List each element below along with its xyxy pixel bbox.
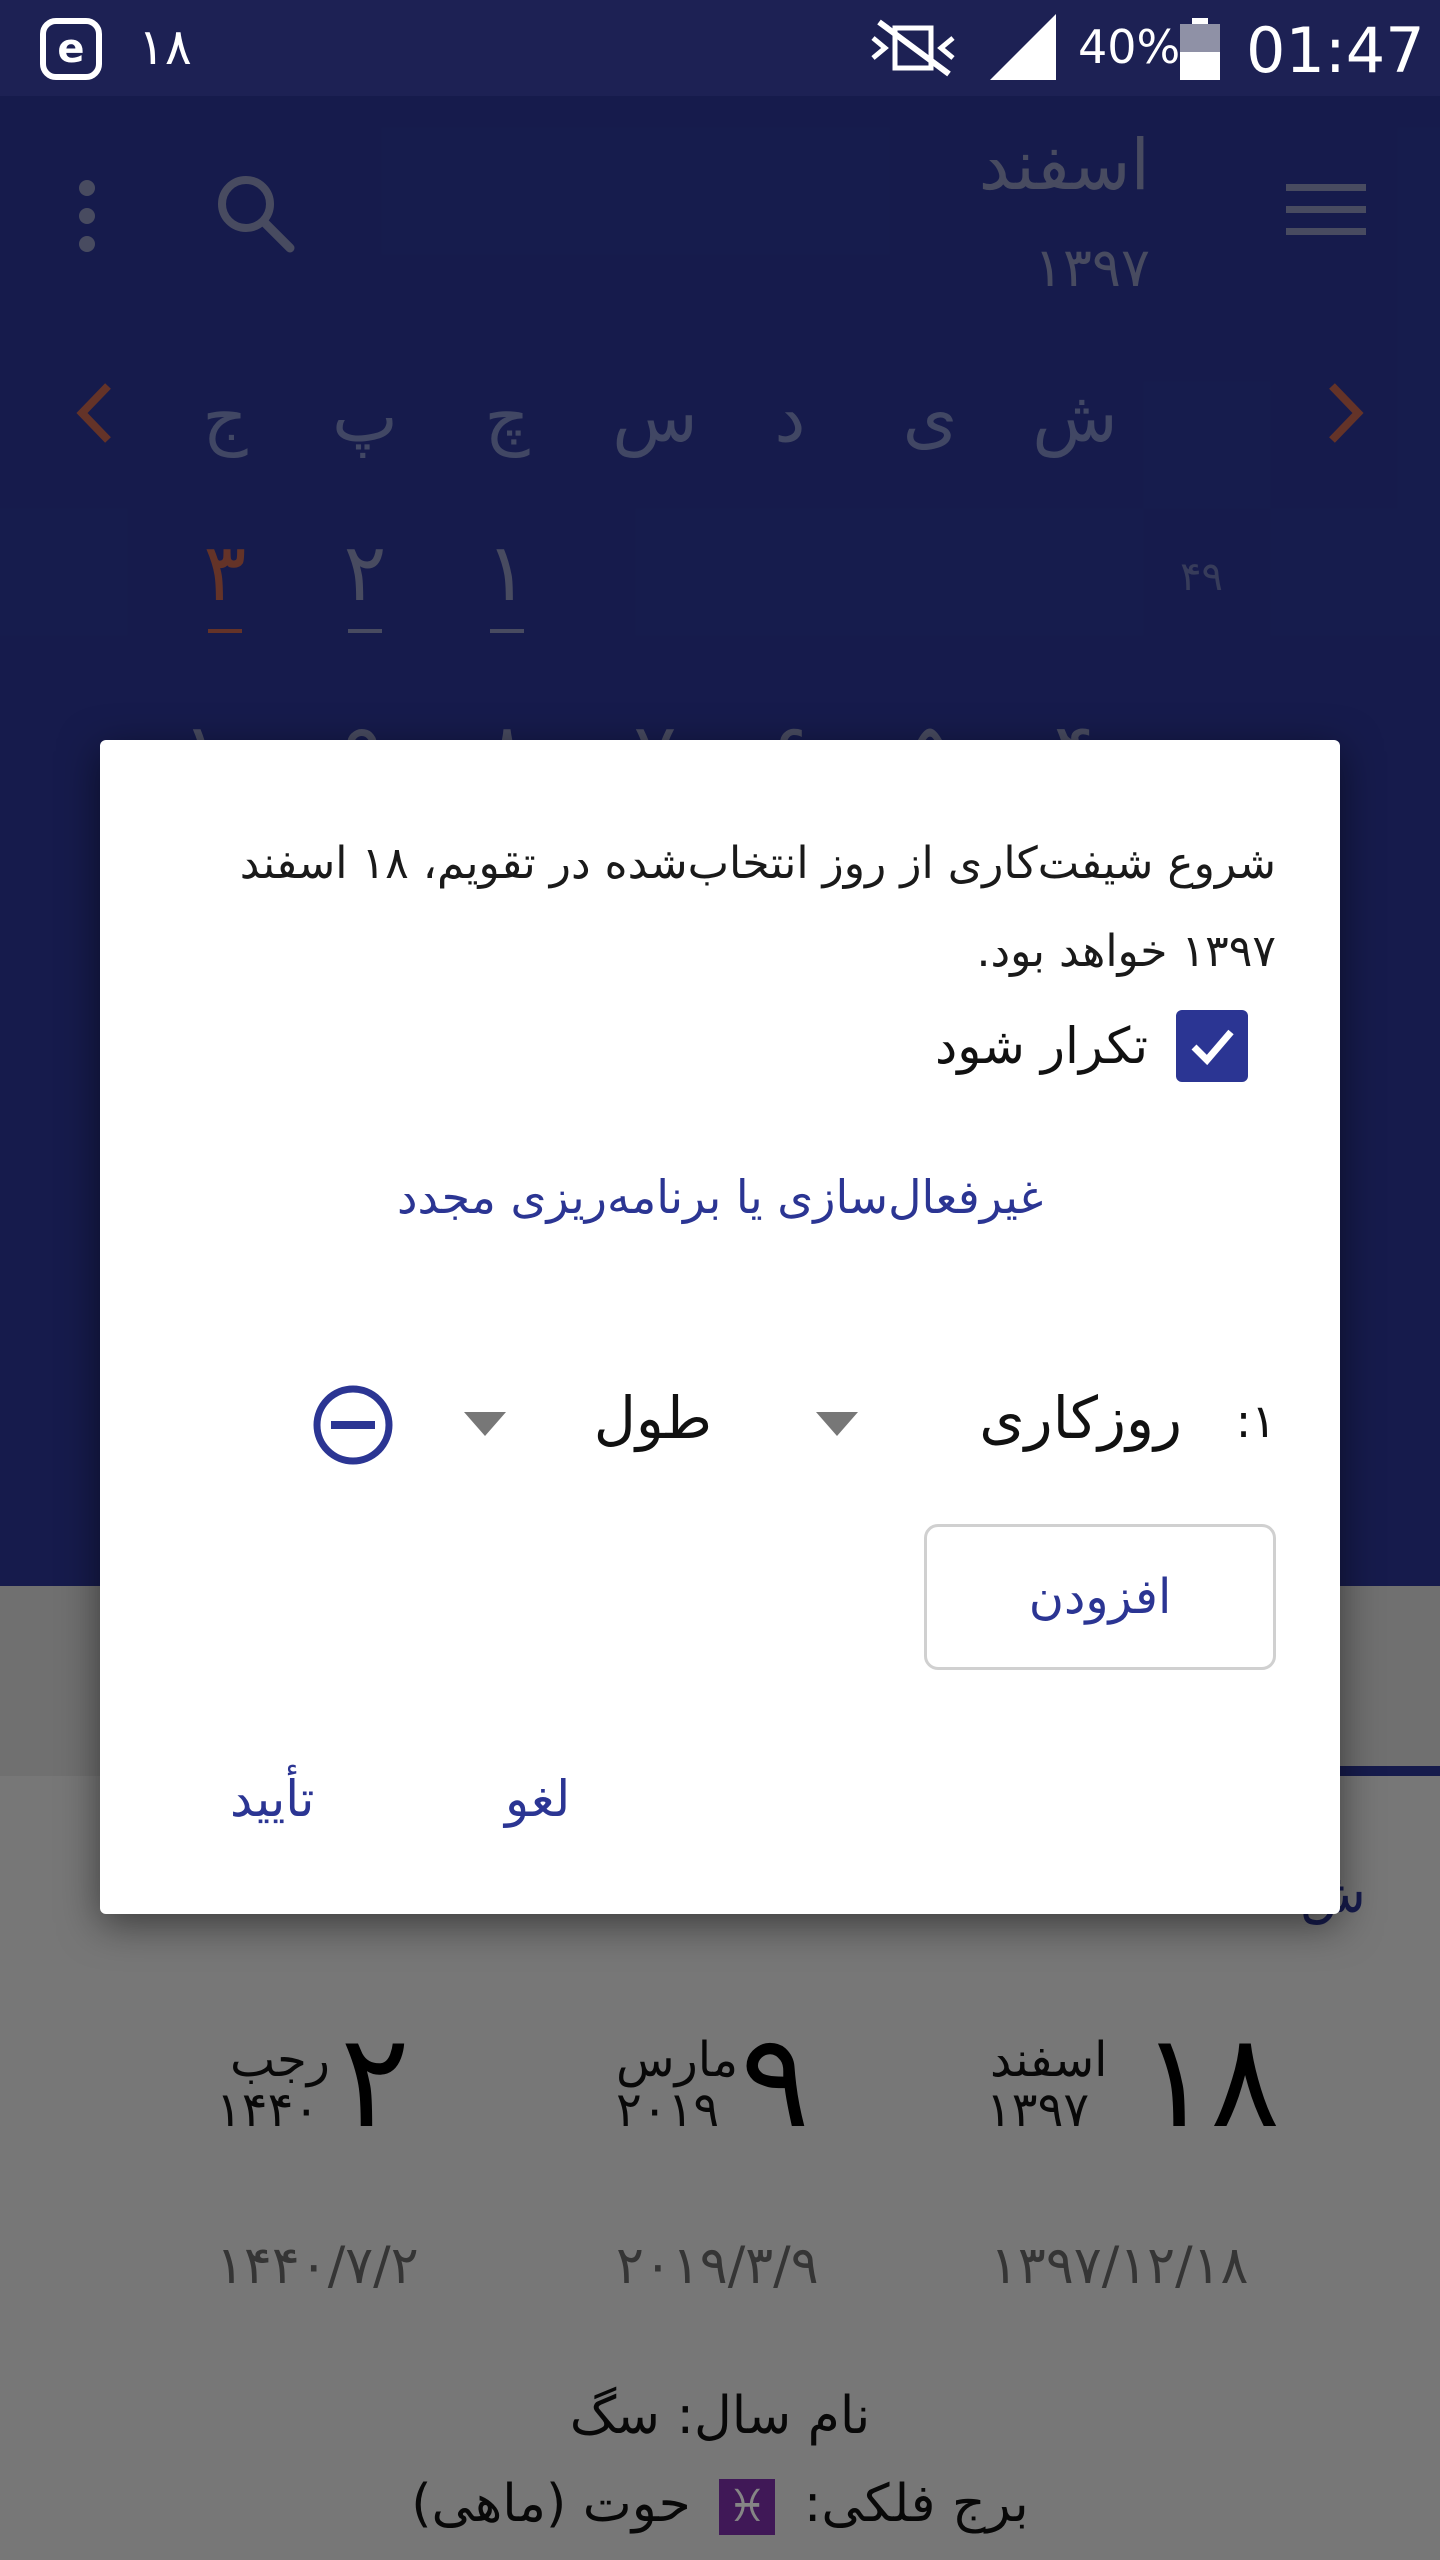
reschedule-link[interactable]: غیرفعال‌سازی یا برنامه‌ریزی مجدد xyxy=(100,1170,1340,1224)
cancel-button[interactable]: لغو xyxy=(505,1770,570,1828)
add-shift-button[interactable]: افزودن xyxy=(924,1524,1276,1670)
shift-row: ۱: روزکاری طول xyxy=(100,1360,1276,1490)
signal-icon xyxy=(990,14,1056,80)
shift-type-dropdown[interactable]: روزکاری xyxy=(979,1384,1182,1452)
battery-percent: 40% xyxy=(1078,20,1181,74)
repeat-checkbox[interactable] xyxy=(1176,1010,1248,1082)
dialog-actions: لغو تأیید xyxy=(100,1770,1340,1850)
check-icon xyxy=(1191,1029,1234,1066)
repeat-label: تکرار شود xyxy=(934,1017,1148,1075)
repeat-option[interactable]: تکرار شود xyxy=(935,1010,1248,1082)
shift-length-dropdown[interactable]: طول xyxy=(594,1384,712,1452)
dialog-message: شروع شیفت‌کاری از روز انتخاب‌شده در تقوی… xyxy=(239,838,1276,977)
clock: 01:47 xyxy=(1246,14,1425,87)
app-icon-letter: e xyxy=(57,26,85,72)
app-notification-icon: e xyxy=(40,18,102,80)
confirm-button[interactable]: تأیید xyxy=(230,1770,314,1828)
status-bar: e ۱۸ 40% 01:47 xyxy=(0,0,1440,96)
dropdown-arrow-icon[interactable] xyxy=(464,1412,506,1436)
dropdown-arrow-icon[interactable] xyxy=(816,1412,858,1436)
notification-date: ۱۸ xyxy=(138,18,192,76)
vibrate-mute-icon xyxy=(871,19,955,77)
battery-icon xyxy=(1180,18,1220,80)
shift-work-dialog: شروع شیفت‌کاری از روز انتخاب‌شده در تقوی… xyxy=(100,740,1340,1914)
shift-index: ۱: xyxy=(1235,1394,1276,1448)
remove-shift-icon[interactable] xyxy=(312,1384,394,1466)
